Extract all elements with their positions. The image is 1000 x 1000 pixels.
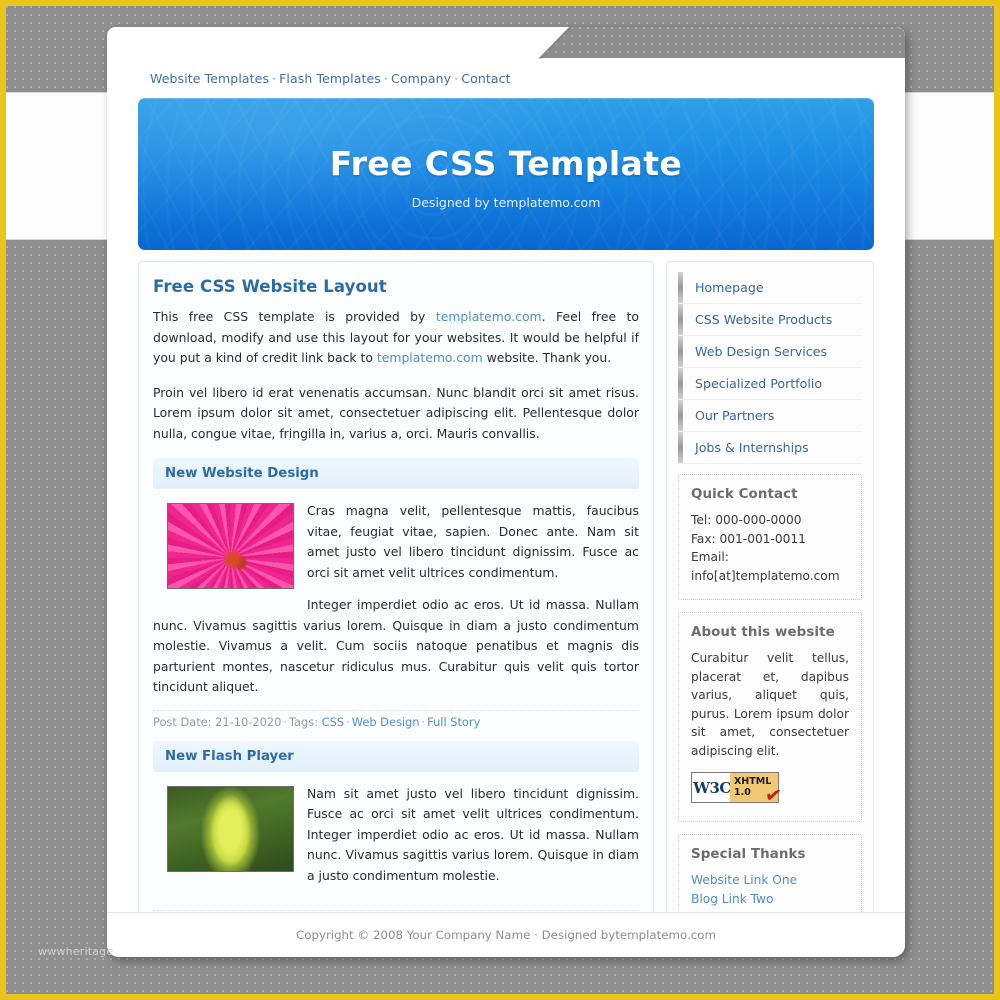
sidebar-item-homepage[interactable]: Homepage xyxy=(677,272,862,304)
nav-item-website-templates[interactable]: Website Templates xyxy=(150,71,269,86)
special-thanks-heading: Special Thanks xyxy=(690,847,806,862)
article-body: Cras magna velit, pellentesque mattis, f… xyxy=(153,501,639,698)
quick-contact-email: Email: info[at]templatemo.com xyxy=(690,550,840,583)
sidebar-link-css-website-products[interactable]: CSS Website Products xyxy=(677,304,862,335)
sidebar-item-our-partners[interactable]: Our Partners xyxy=(677,400,862,432)
tags-label: Tags: xyxy=(288,714,319,729)
outer-frame: Website Templates · Flash Templates · Compan… xyxy=(0,0,1000,1000)
intro-paragraph: This free CSS template is provided by te… xyxy=(153,307,639,369)
nav-item-contact[interactable]: Contact xyxy=(461,71,510,86)
quick-contact-tel: Tel: 000-000-0000 xyxy=(690,513,802,527)
article-header: New Website Design xyxy=(153,458,639,489)
nav-item-flash-templates[interactable]: Flash Templates xyxy=(279,71,381,86)
article-title: New Website Design xyxy=(165,466,319,481)
checkmark-icon: ✔ xyxy=(763,781,784,809)
about-heading: About this website xyxy=(690,625,835,640)
quick-contact-heading: Quick Contact xyxy=(690,487,798,502)
article-thumbnail-plant xyxy=(167,785,294,872)
article-header: New Flash Player xyxy=(153,740,639,772)
banner-subtitle: Designed by templatemo.com xyxy=(411,195,601,210)
second-paragraph: Proin vel libero id erat venenatis accum… xyxy=(153,384,639,441)
sidebar-menu: Homepage CSS Website Products Web Design… xyxy=(677,272,862,464)
nav-separator: · xyxy=(272,71,277,86)
sidebar-link-homepage[interactable]: Homepage xyxy=(677,272,862,303)
quick-contact-box: Quick Contact Tel: 000-000-0000 Fax: 001… xyxy=(677,474,862,600)
article-title: New Flash Player xyxy=(165,748,294,764)
intro-text-3: website. Thank you. xyxy=(482,350,612,365)
footer-designer-link[interactable]: templatemo.com xyxy=(615,928,716,942)
post-date-value: 21-10-2020 xyxy=(215,714,282,729)
main-content: Free CSS Website Layout This free CSS te… xyxy=(138,261,654,948)
list-item[interactable]: Website Link One xyxy=(691,871,849,890)
w3c-xhtml-validation-badge-icon[interactable]: W3C XHTML 1.0 ✔ xyxy=(690,772,784,808)
footer-copyright: Copyright © 2008 Your Company Name · Des… xyxy=(296,928,616,942)
article-new-flash-player: New Flash Player Nam sit amet justo vel … xyxy=(153,740,639,929)
tag-link-css[interactable]: CSS xyxy=(322,715,344,729)
sidebar-link-web-design-services[interactable]: Web Design Services xyxy=(677,336,862,367)
post-date-label: Post Date: xyxy=(153,714,212,729)
article-new-website-design: New Website Design Cras magna velit, pel… xyxy=(153,458,639,729)
header-banner: Free CSS Template Designed by templatemo… xyxy=(138,98,874,250)
banner-title: Free CSS Template xyxy=(329,144,683,183)
list-item[interactable]: Blog Link Two xyxy=(691,890,849,909)
templatemo-link-1[interactable]: templatemo.com xyxy=(436,309,542,324)
special-thanks-link-2[interactable]: Blog Link Two xyxy=(691,890,849,909)
special-thanks-link-1[interactable]: Website Link One xyxy=(691,871,849,890)
about-website-box: About this website Curabitur velit tellu… xyxy=(677,612,862,822)
sidebar-item-css-website-products[interactable]: CSS Website Products xyxy=(677,304,862,336)
sidebar-item-web-design-services[interactable]: Web Design Services xyxy=(677,336,862,368)
w3c-logo-text: W3C xyxy=(693,778,731,797)
quick-contact-fax: Fax: 001-001-0011 xyxy=(690,531,806,546)
meta-separator: · xyxy=(421,714,426,729)
about-text: Curabitur velit tellus, placerat et, dap… xyxy=(690,651,849,758)
meta-separator: · xyxy=(346,714,350,729)
article-paragraph-2: Integer imperdiet odio ac eros. Ut id ma… xyxy=(153,597,639,694)
sidebar-item-specialized-portfolio[interactable]: Specialized Portfolio xyxy=(677,368,862,400)
meta-separator: · xyxy=(283,714,287,729)
article-thumbnail-flower xyxy=(167,503,294,589)
sidebar-link-jobs-internships[interactable]: Jobs & Internships xyxy=(677,432,862,463)
page-footer: Copyright © 2008 Your Company Name · Des… xyxy=(107,912,905,957)
article-body: Nam sit amet justo vel libero tincidunt … xyxy=(153,784,639,909)
watermark-text: wwwheritage xyxy=(38,945,114,958)
main-columns: Free CSS Website Layout This free CSS te… xyxy=(138,261,874,957)
intro-text-1: This free CSS template is provided by xyxy=(153,309,436,324)
full-story-link[interactable]: Full Story xyxy=(427,715,480,729)
sidebar: Homepage CSS Website Products Web Design… xyxy=(665,261,874,957)
page-card: Website Templates · Flash Templates · Compan… xyxy=(107,27,905,957)
article-meta: Post Date: 21-10-2020 · Tags: CSS · Web Desi… xyxy=(153,709,639,729)
nav-separator: · xyxy=(383,71,388,86)
sidebar-link-our-partners[interactable]: Our Partners xyxy=(677,400,862,431)
page-title: Free CSS Website Layout xyxy=(153,277,387,296)
sidebar-link-specialized-portfolio[interactable]: Specialized Portfolio xyxy=(677,368,862,399)
nav-separator: · xyxy=(454,71,459,86)
nav-item-company[interactable]: Company xyxy=(391,71,451,86)
templatemo-link-2[interactable]: templatemo.com xyxy=(377,350,483,365)
top-navigation: Website Templates · Flash Templates · Compan… xyxy=(129,27,883,98)
tag-link-web-design[interactable]: Web Design xyxy=(352,715,420,729)
sidebar-item-jobs-internships[interactable]: Jobs & Internships xyxy=(677,432,862,464)
